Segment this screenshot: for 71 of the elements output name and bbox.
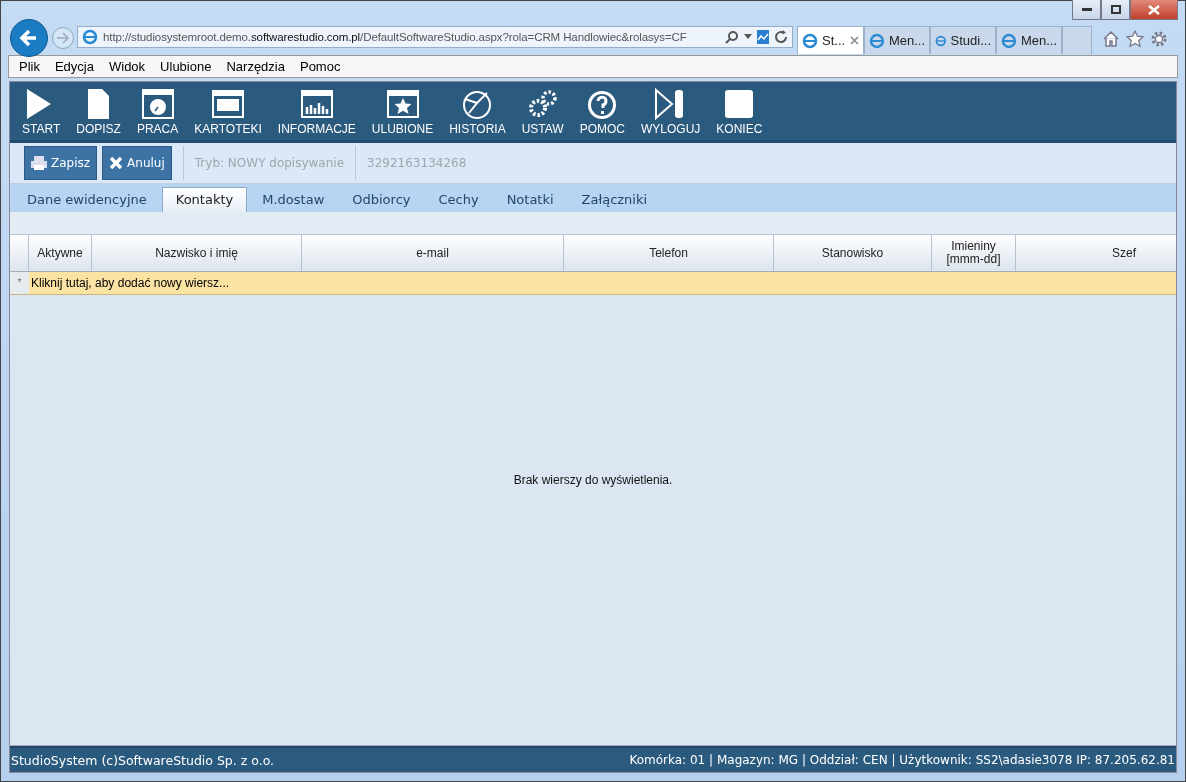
browser-tab[interactable]: Studi... xyxy=(930,26,996,54)
menu-item[interactable]: Pomoc xyxy=(299,59,341,74)
browser-tab[interactable]: St... xyxy=(797,26,864,54)
toolbar-button[interactable]: START xyxy=(14,82,69,140)
mode-label: Tryb: NOWY dopisywanie xyxy=(194,156,345,170)
dropdown-caret-icon[interactable] xyxy=(744,34,752,40)
toolbar-icon xyxy=(298,87,335,121)
tab[interactable]: M.dostaw xyxy=(249,188,338,212)
browser-logo-icon xyxy=(1001,32,1017,49)
cancel-icon xyxy=(109,156,124,170)
column-header[interactable]: e-mail xyxy=(302,235,564,271)
refresh-icon[interactable] xyxy=(774,30,788,44)
toolbar-button[interactable]: ULUBIONE xyxy=(363,82,442,140)
toolbar-button[interactable]: HISTORIA xyxy=(441,82,514,140)
close-icon[interactable] xyxy=(1148,4,1160,15)
menu-item[interactable]: Plik xyxy=(19,59,40,74)
toolbar-button[interactable]: INFORMACJE xyxy=(269,82,364,140)
menu-item[interactable]: Ulubione xyxy=(160,59,212,74)
toolbar-button[interactable]: KONIEC xyxy=(708,82,771,140)
maximize-button[interactable] xyxy=(1101,0,1130,20)
session-info: Komórka: 01 | Magazyn: MG | Oddział: CEN | Użytkownik: SS2\adasie3078 IP: 87.205.62.81 xyxy=(629,753,1175,767)
browser-logo-icon xyxy=(869,32,885,49)
toolbar-button[interactable]: PRACA xyxy=(128,82,187,140)
record-number: 3292163134268 xyxy=(367,156,467,170)
search-icon[interactable] xyxy=(725,30,739,44)
url-text: http://studiosystemroot.demo.softwarestudio.com.pl/DefaultSoftwareStudio.aspx?rola=CRM Handlowiec&rolasys=CF xyxy=(103,31,688,43)
browser-logo-icon xyxy=(802,32,818,49)
address-field[interactable]: http://studiosystemroot.demo.softwarestudio.com.pl/DefaultSoftwareStudio.aspx?rola=CRM Handlowiec&rolasys=CF xyxy=(77,26,793,48)
menu-item[interactable]: Narzędzia xyxy=(226,59,285,74)
tab[interactable]: Kontakty xyxy=(161,187,248,212)
toolbar-icon xyxy=(384,87,421,121)
new-row-hint: Kliknij tutaj, aby dodać nowy wiersz... xyxy=(31,276,230,290)
browser-logo-icon xyxy=(82,29,98,45)
action-button[interactable]: Anuluj xyxy=(102,146,172,180)
new-row[interactable]: * Kliknij tutaj, aby dodać nowy wiersz... xyxy=(10,272,1176,295)
minimize-icon[interactable] xyxy=(1081,7,1092,12)
menu-item[interactable]: Edycja xyxy=(54,59,94,74)
browser-tab[interactable]: Men... xyxy=(996,26,1062,54)
tab[interactable]: Notatki xyxy=(493,188,567,212)
column-header[interactable]: Aktywne xyxy=(29,235,92,271)
toolbar-button[interactable]: USTAW xyxy=(513,82,572,140)
column-header[interactable]: Nazwisko i imię xyxy=(92,235,302,271)
settings-icon[interactable] xyxy=(1150,30,1168,48)
close-tab-icon[interactable] xyxy=(850,36,859,45)
toolbar-icon xyxy=(210,87,247,121)
empty-message: Brak wierszy do wyświetlenia. xyxy=(513,473,673,487)
column-header[interactable]: Szef xyxy=(1016,235,1176,271)
maximize-icon[interactable] xyxy=(1110,5,1121,14)
menu-item[interactable]: Widok xyxy=(109,59,146,74)
toolbar-button[interactable]: POMOC xyxy=(571,82,633,140)
back-button[interactable] xyxy=(10,19,48,57)
tab[interactable]: Dane ewidencyjne xyxy=(14,188,160,212)
column-header[interactable]: Imieniny [mmm-dd] xyxy=(932,235,1016,271)
home-icon[interactable] xyxy=(1102,30,1120,48)
tab[interactable]: Odbiorcy xyxy=(339,188,424,212)
new-row-marker: * xyxy=(10,272,29,294)
browser-tab[interactable]: Men... xyxy=(864,26,930,54)
toolbar-button[interactable]: DOPISZ xyxy=(68,82,129,140)
column-header[interactable]: Stanowisko xyxy=(774,235,932,271)
copyright-text: StudioSystem (c)SoftwareStudio Sp. z o.o. xyxy=(11,752,275,768)
printer-icon xyxy=(31,156,47,170)
tab[interactable]: Załączniki xyxy=(568,188,661,212)
toolbar-button[interactable]: WYLOGUJ xyxy=(633,82,709,140)
minimize-button[interactable] xyxy=(1072,0,1101,20)
action-button[interactable]: Zapisz xyxy=(24,146,98,180)
tab[interactable]: Cechy xyxy=(425,188,492,212)
star-icon[interactable] xyxy=(1126,30,1144,48)
toolbar-icon xyxy=(139,87,176,121)
toolbar-button[interactable]: KARTOTEKI xyxy=(186,82,270,140)
column-header[interactable]: Telefon xyxy=(564,235,774,271)
close-button[interactable] xyxy=(1130,0,1178,20)
